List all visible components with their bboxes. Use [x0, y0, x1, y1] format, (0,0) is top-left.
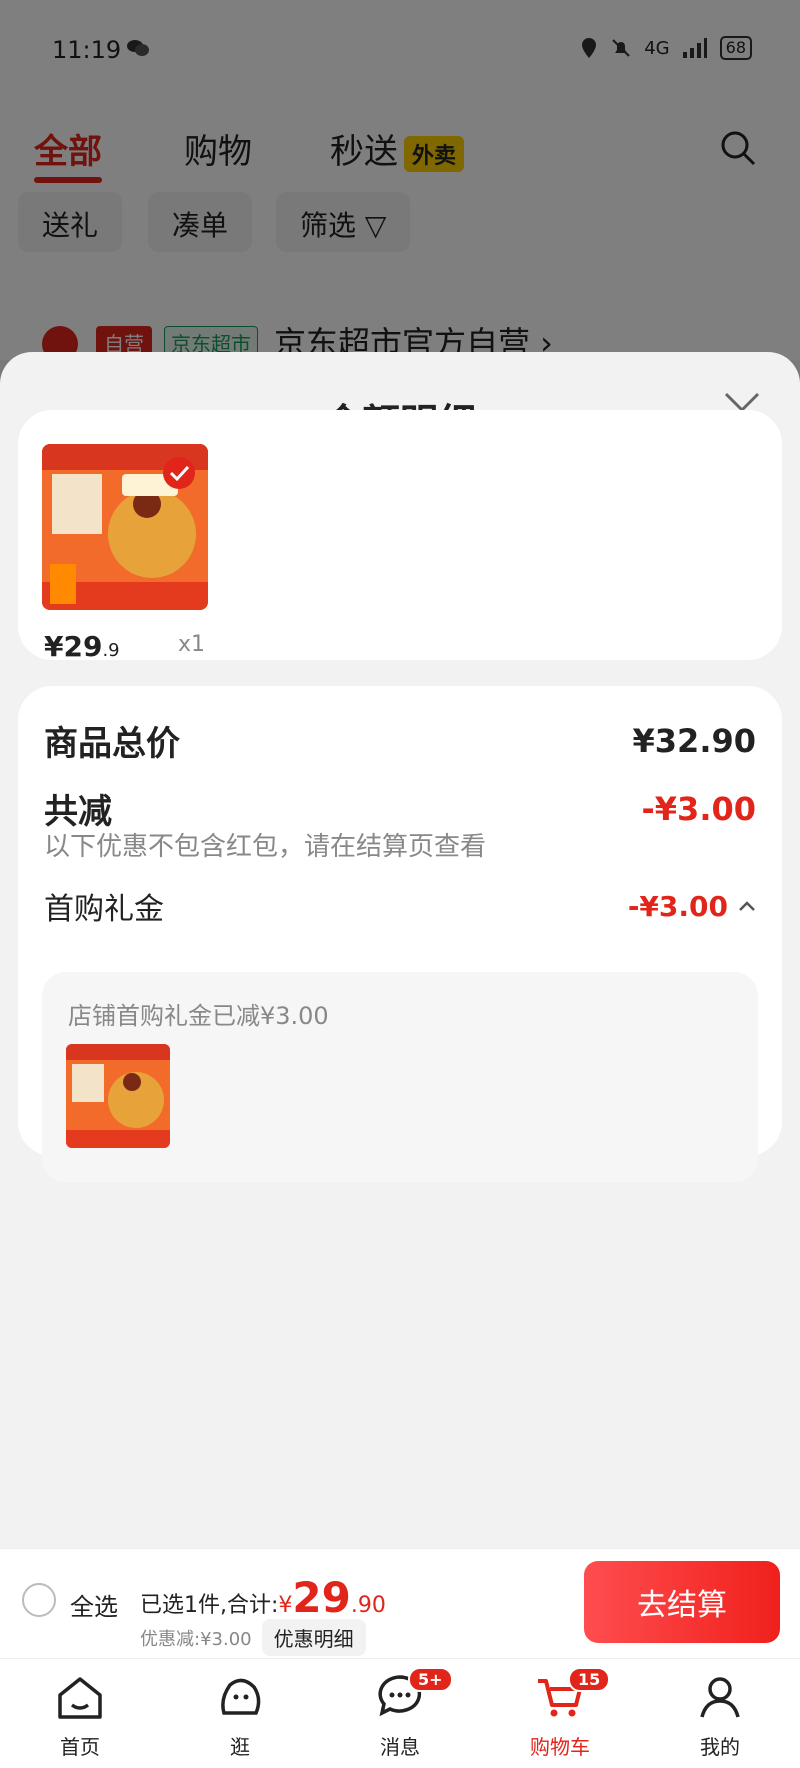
messages-badge: 5+ — [408, 1667, 453, 1692]
coupon-value: -¥3.00 — [627, 889, 728, 923]
total-value: ¥32.90 — [632, 721, 756, 760]
profile-icon — [700, 1677, 740, 1718]
checkout-button[interactable]: 去结算 — [584, 1561, 780, 1643]
select-all-checkbox[interactable] — [22, 1583, 56, 1617]
discount-detail-button[interactable]: 优惠明细 — [261, 1619, 366, 1656]
checkout-bar: 全选 已选1件,合计:¥29.90 优惠减:¥3.00 优惠明细 去结算 — [0, 1548, 800, 1658]
nav-browse[interactable]: 逛 — [160, 1659, 320, 1768]
coupon-product-thumbnail — [66, 1044, 170, 1148]
price-breakdown-card: 商品总价 ¥32.90 共减 -¥3.00 以下优惠不包含红包，请在结算页查看 … — [18, 686, 782, 1182]
selected-check-icon — [163, 457, 195, 489]
total-label: 商品总价 — [44, 724, 180, 764]
reduction-value: -¥3.00 — [641, 789, 757, 828]
product-card: ¥29.9 x1 — [18, 410, 782, 663]
product-quantity: x1 — [178, 632, 206, 657]
home-icon — [58, 1677, 102, 1719]
select-all-label[interactable]: 全选 — [70, 1587, 118, 1622]
cart-badge: 15 — [568, 1667, 611, 1692]
chevron-up-icon[interactable] — [738, 900, 756, 912]
browse-icon — [221, 1678, 261, 1715]
product-price: ¥29.9 — [44, 630, 120, 663]
nav-profile[interactable]: 我的 — [640, 1659, 800, 1768]
nav-messages[interactable]: 5+ 消息 — [320, 1659, 480, 1768]
coupon-detail-text: 店铺首购礼金已减¥3.00 — [68, 1002, 329, 1030]
coupon-label: 首购礼金 — [44, 892, 164, 927]
discount-summary: 优惠减:¥3.00 优惠明细 — [140, 1619, 366, 1656]
reduction-note: 以下优惠不包含红包，请在结算页查看 — [44, 832, 487, 862]
nav-cart[interactable]: 15 购物车 — [480, 1659, 640, 1768]
total-amount: 29 — [292, 1573, 351, 1622]
product-image[interactable] — [42, 444, 208, 610]
total-summary: 已选1件,合计:¥29.90 — [140, 1573, 386, 1622]
coupon-row[interactable]: 首购礼金 -¥3.00 — [44, 884, 756, 928]
coupon-detail-box: 店铺首购礼金已减¥3.00 — [42, 972, 758, 1182]
bottom-navigation: 首页 逛 5+ 消息 15 购物车 我的 — [0, 1658, 800, 1768]
nav-home[interactable]: 首页 — [0, 1659, 160, 1768]
